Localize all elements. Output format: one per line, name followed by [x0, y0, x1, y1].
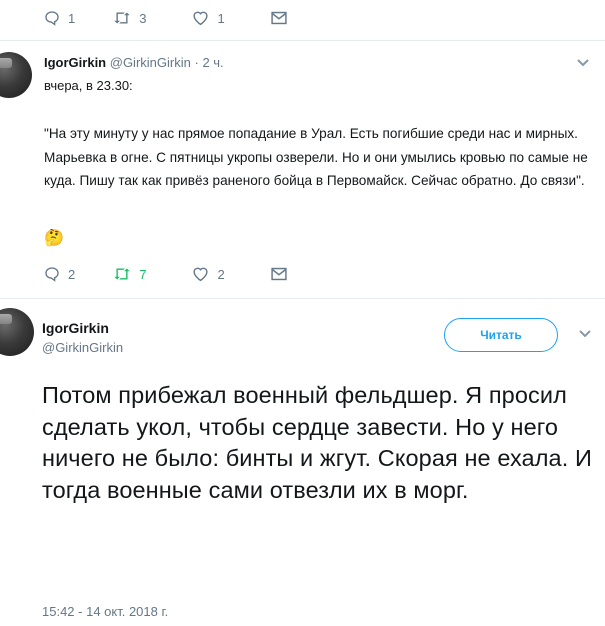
author-handle[interactable]: @GirkinGirkin — [110, 55, 191, 70]
like-count: 2 — [217, 266, 225, 282]
message-button[interactable] — [271, 11, 287, 25]
tweet-text: "На эту минуту у нас прямое попадание в … — [44, 126, 588, 189]
reply-count: 1 — [68, 10, 76, 26]
envelope-icon — [271, 11, 287, 25]
reply-action-bar: 2 7 2 — [44, 266, 287, 282]
retweet-count: 7 — [139, 266, 147, 282]
like-button[interactable]: 2 — [192, 266, 225, 282]
reply-count: 2 — [68, 266, 76, 282]
heart-icon — [193, 267, 209, 282]
retweet-button[interactable]: 7 — [113, 266, 146, 282]
reply-icon — [45, 11, 59, 26]
avatar-cap — [0, 58, 12, 68]
like-count: 1 — [217, 10, 225, 26]
time-ago[interactable]: 2 ч. — [202, 55, 223, 70]
separator: · — [194, 55, 199, 70]
avatar[interactable] — [0, 308, 34, 356]
heart-icon — [193, 11, 209, 26]
tweet-intro: вчера, в 23.30: — [44, 78, 133, 93]
avatar[interactable] — [0, 52, 32, 98]
more-options-button[interactable] — [576, 55, 590, 73]
reply-button[interactable]: 1 — [44, 10, 75, 26]
avatar-cap — [0, 314, 12, 324]
retweet-icon — [114, 12, 130, 24]
reply-icon — [45, 267, 59, 282]
retweet-button[interactable]: 3 — [113, 10, 146, 26]
more-options-button[interactable] — [578, 326, 592, 344]
top-action-bar: 1 3 1 — [44, 10, 287, 26]
author-name[interactable]: IgorGirkin — [42, 320, 109, 336]
author-name[interactable]: IgorGirkin — [44, 55, 106, 70]
tweet-text: Потом прибежал военный фельдшер. Я проси… — [42, 382, 592, 503]
like-button[interactable]: 1 — [192, 10, 225, 26]
timestamp[interactable]: 15:42 - 14 окт. 2018 г. — [42, 604, 168, 619]
follow-button[interactable]: Читать — [444, 318, 558, 352]
chevron-down-icon — [577, 59, 589, 67]
divider — [0, 298, 605, 299]
retweet-count: 3 — [139, 10, 147, 26]
reply-button[interactable]: 2 — [44, 266, 75, 282]
thinking-emoji: 🤔 — [44, 228, 64, 247]
message-button[interactable] — [271, 267, 287, 281]
divider — [0, 40, 605, 41]
chevron-down-icon — [579, 330, 591, 338]
tweet-header: IgorGirkin @GirkinGirkin · 2 ч. — [44, 55, 224, 70]
envelope-icon — [271, 267, 287, 281]
author-handle[interactable]: @GirkinGirkin — [42, 340, 123, 355]
retweet-icon — [114, 268, 130, 280]
